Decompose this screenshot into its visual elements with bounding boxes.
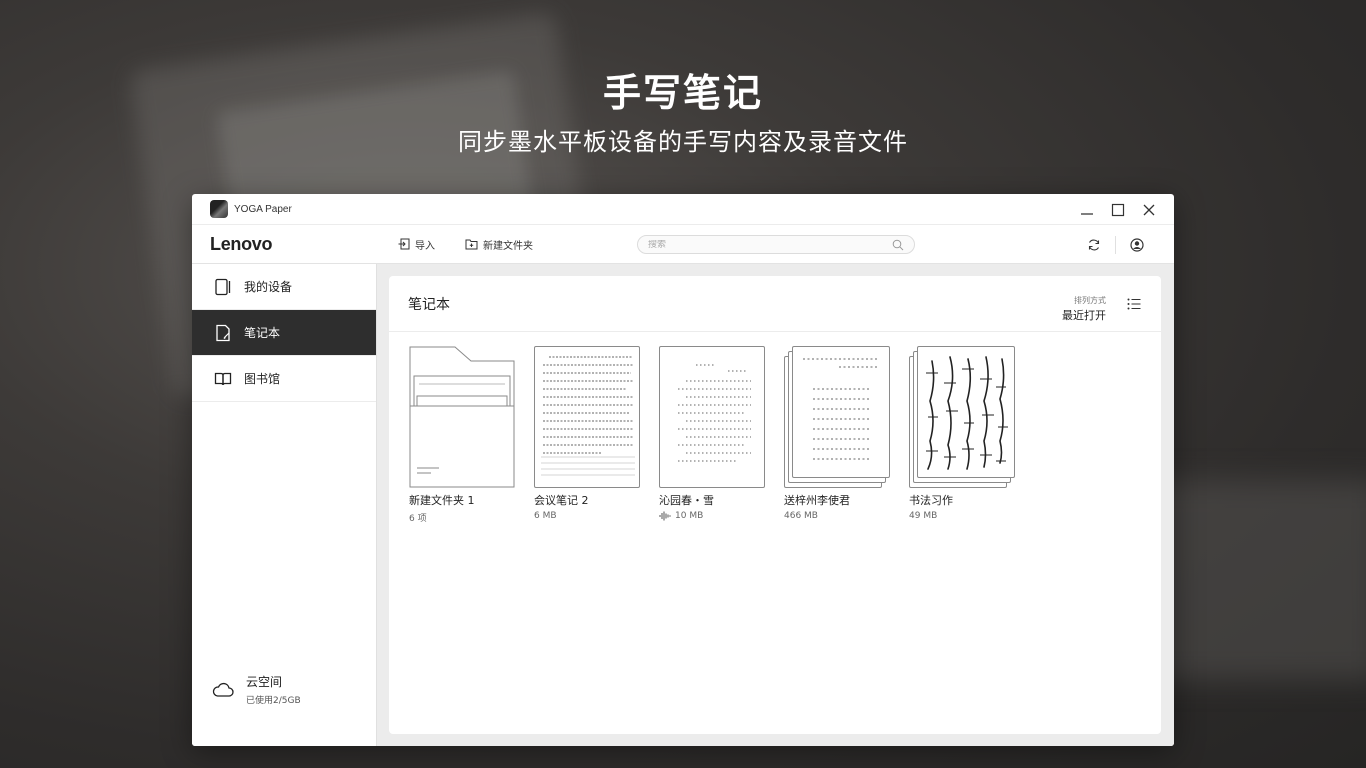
tablet-icon — [215, 278, 231, 295]
search-input[interactable] — [648, 239, 890, 250]
notebook-grid: 新建文件夹 1 6 项 会议笔记 2 6 MB 沁园春・雪 10 MB 送梓州李… — [409, 346, 1034, 524]
item-name: 送梓州李使君 — [784, 494, 850, 507]
notebook-item-poem[interactable]: 沁园春・雪 10 MB — [659, 346, 765, 524]
notebook-item-stacked[interactable]: 送梓州李使君 466 MB — [784, 346, 890, 524]
cloud-storage[interactable]: 云空间 已使用2/5GB — [212, 673, 301, 706]
new-folder-button[interactable]: 新建文件夹 — [465, 237, 533, 252]
import-label: 导入 — [415, 240, 435, 252]
hero-subtitle: 同步墨水平板设备的手写内容及录音文件 — [458, 128, 908, 156]
import-icon — [398, 238, 410, 250]
sidebar-item-notebook[interactable]: 笔记本 — [192, 310, 376, 356]
item-name: 新建文件夹 1 — [409, 494, 475, 507]
app-window: YOGA Paper Lenovo 导入 新建文件夹 搜索 我的设备 笔记本 图… — [192, 194, 1174, 746]
list-view-icon[interactable] — [1127, 298, 1141, 310]
cloud-icon — [212, 682, 234, 697]
item-name: 沁园春・雪 — [659, 494, 714, 507]
cloud-usage: 已使用2/5GB — [246, 696, 301, 706]
maximize-icon[interactable] — [1102, 194, 1133, 225]
body-area: 我的设备 笔记本 图书馆 云空间 已使用2/5GB 笔记本 排列方式 最近打开 … — [192, 264, 1174, 746]
page-title: 笔记本 — [408, 296, 450, 313]
toolbar-divider — [1115, 235, 1116, 254]
item-meta: 6 MB — [534, 511, 557, 521]
folder-thumbnail — [409, 346, 515, 488]
user-avatar-icon[interactable] — [1130, 237, 1144, 252]
new-folder-label: 新建文件夹 — [483, 240, 533, 252]
item-meta: 466 MB — [784, 511, 818, 521]
sort-value: 最近打开 — [1062, 309, 1106, 322]
item-meta: 49 MB — [909, 511, 938, 521]
app-logo-icon — [210, 200, 228, 218]
audio-waveform-icon — [659, 511, 671, 521]
sidebar-item-label: 图书馆 — [244, 372, 281, 386]
new-folder-icon — [465, 239, 478, 250]
title-bar: YOGA Paper — [192, 194, 1174, 225]
search-box — [637, 235, 915, 254]
notebook-item-meeting-notes[interactable]: 会议笔记 2 6 MB — [534, 346, 640, 524]
book-open-icon — [214, 372, 232, 385]
note-thumbnail — [659, 346, 765, 488]
notebook-item-folder[interactable]: 新建文件夹 1 6 项 — [409, 346, 515, 524]
sort-selector[interactable]: 排列方式 最近打开 — [1062, 295, 1106, 323]
cloud-title: 云空间 — [246, 675, 283, 689]
sidebar-item-label: 笔记本 — [244, 326, 281, 340]
note-thumbnail — [534, 346, 640, 488]
sidebar-item-library[interactable]: 图书馆 — [192, 356, 376, 402]
notebook-item-calligraphy[interactable]: 书法习作 49 MB — [909, 346, 1015, 524]
search-icon[interactable] — [890, 239, 906, 251]
toolbar: Lenovo 导入 新建文件夹 — [192, 225, 1174, 264]
item-meta: 10 MB — [659, 511, 765, 521]
window-controls — [1071, 194, 1164, 225]
item-meta: 6 项 — [409, 514, 427, 524]
sidebar-item-my-devices[interactable]: 我的设备 — [192, 264, 376, 310]
notebook-panel: 笔记本 排列方式 最近打开 新建文件夹 1 6 项 会议笔记 2 6 MB 沁园… — [389, 276, 1161, 734]
hero-title: 手写笔记 — [602, 71, 763, 115]
toolbar-right — [1087, 225, 1144, 264]
note-thumbnail — [909, 346, 1015, 488]
main-area: 笔记本 排列方式 最近打开 新建文件夹 1 6 项 会议笔记 2 6 MB 沁园… — [377, 264, 1174, 746]
close-icon[interactable] — [1133, 194, 1164, 225]
sync-icon[interactable] — [1087, 238, 1101, 252]
notebook-icon — [216, 324, 230, 341]
sort-label: 排列方式 — [1074, 296, 1106, 305]
app-title: YOGA Paper — [234, 203, 292, 215]
sidebar-item-label: 我的设备 — [244, 280, 293, 294]
brand-logo: Lenovo — [210, 233, 273, 254]
item-name: 会议笔记 2 — [534, 494, 589, 507]
sidebar: 我的设备 笔记本 图书馆 云空间 已使用2/5GB — [192, 264, 377, 746]
panel-header: 笔记本 排列方式 最近打开 — [389, 276, 1161, 332]
import-button[interactable]: 导入 — [398, 237, 435, 252]
note-thumbnail — [784, 346, 890, 488]
minimize-icon[interactable] — [1071, 194, 1102, 225]
item-name: 书法习作 — [909, 494, 953, 507]
